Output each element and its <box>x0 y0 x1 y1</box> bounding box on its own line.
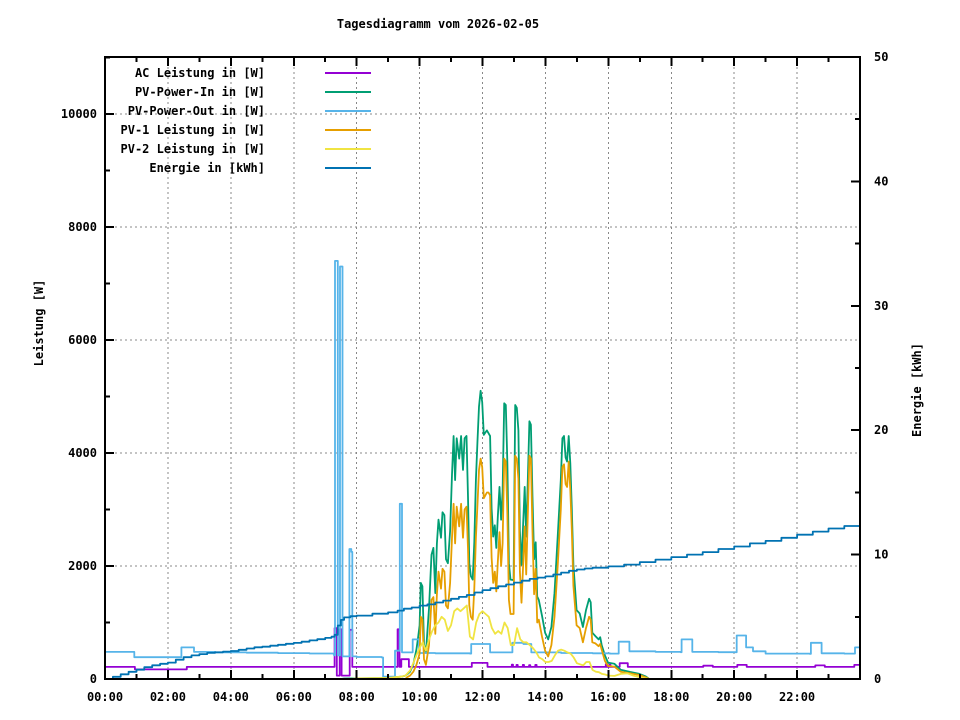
legend-label: Energie in [kWh] <box>149 161 265 175</box>
y-tick-label: 0 <box>90 672 97 686</box>
legend-label: PV-1 Leistung in [W] <box>121 123 266 137</box>
legend-item-energie-in-kwh: Energie in [kWh] <box>149 161 371 175</box>
y-tick-label: 6000 <box>68 333 97 347</box>
x-tick-label: 18:00 <box>653 690 689 704</box>
y-tick-label: 4000 <box>68 446 97 460</box>
legend-label: PV-2 Leistung in [W] <box>121 142 266 156</box>
y2-tick-label: 50 <box>874 50 888 64</box>
x-tick-label: 16:00 <box>590 690 626 704</box>
y-tick-label: 8000 <box>68 220 97 234</box>
y2-tick-label: 40 <box>874 174 888 188</box>
x-tick-label: 00:00 <box>87 690 123 704</box>
legend: AC Leistung in [W] PV-Power-In in [W] PV-P… <box>121 66 371 175</box>
legend-item-pv-power-out-in-w: PV-Power-Out in [W] <box>128 104 371 118</box>
legend-label: PV-Power-In in [W] <box>135 85 265 99</box>
x-tick-label: 12:00 <box>464 690 500 704</box>
legend-item-ac-leistung-in-w: AC Leistung in [W] <box>135 66 371 80</box>
legend-item-pv-2-leistung-in-w: PV-2 Leistung in [W] <box>121 142 371 156</box>
x-tick-label: 10:00 <box>402 690 438 704</box>
x-tick-label: 06:00 <box>276 690 312 704</box>
x-tick-label: 08:00 <box>339 690 375 704</box>
series-energie-in-kwh <box>105 523 861 680</box>
y2-tick-label: 10 <box>874 548 888 562</box>
y2-tick-label: 20 <box>874 423 888 437</box>
x-tick-label: 04:00 <box>213 690 249 704</box>
y-tick-label: 10000 <box>61 107 97 121</box>
x-tick-label: 14:00 <box>527 690 563 704</box>
x-tick-label: 22:00 <box>779 690 815 704</box>
x-tick-label: 02:00 <box>150 690 186 704</box>
x-tick-label: 20:00 <box>716 690 752 704</box>
legend-item-pv-1-leistung-in-w: PV-1 Leistung in [W] <box>121 123 371 137</box>
legend-item-pv-power-in-in-w: PV-Power-In in [W] <box>135 85 371 99</box>
y2-tick-label: 0 <box>874 672 881 686</box>
y-tick-label: 2000 <box>68 559 97 573</box>
y2-tick-label: 30 <box>874 299 888 313</box>
plot-area: 00:00 02:00 04:00 06:00 08:00 10:00 12:00 14:00… <box>61 50 889 704</box>
legend-label: PV-Power-Out in [W] <box>128 104 265 118</box>
legend-label: AC Leistung in [W] <box>135 66 265 80</box>
